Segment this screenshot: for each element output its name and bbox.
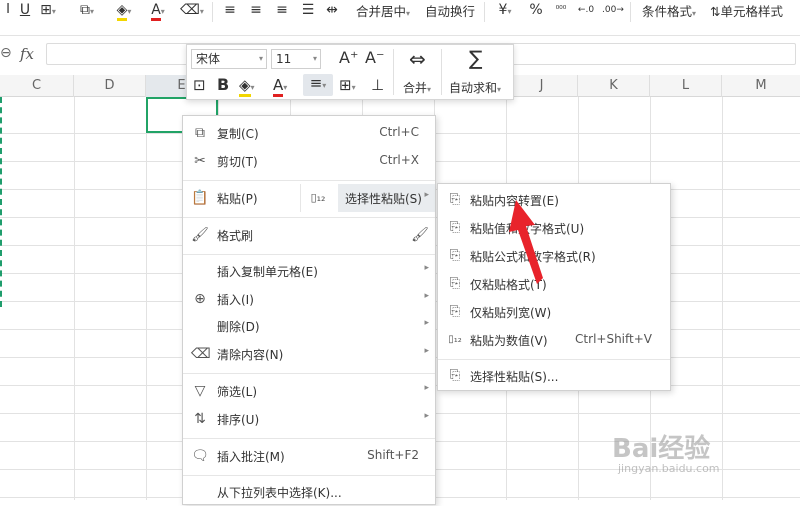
ribbon-toolbar: I U ⊞▾ ⧉▾ ◈▾ A▾ ⌫▾ ≡ ≡ ≡ ☰ ⇹ 合并居中▾ 自动换行 …	[0, 0, 800, 36]
menu-item-copy[interactable]: ⧉ 复制(C) Ctrl+C	[183, 119, 435, 147]
sort-icon: ⇅	[194, 411, 206, 427]
paste-special-submenu: ⎘ 粘贴内容转置(E) ⎘ 粘贴值和数字格式(U) ⎘ 粘贴公式和数字格式(R)…	[437, 183, 671, 391]
border-icon[interactable]: ⊞▾	[36, 0, 60, 20]
font-size-select[interactable]: 11 ▾	[271, 49, 321, 69]
submenu-item-paste-as-values[interactable]: ▯₁₂ 粘贴为数值(V) Ctrl+Shift+V	[438, 326, 670, 354]
menu-item-cut[interactable]: ✂ 剪切(T) Ctrl+X	[183, 147, 435, 175]
font-name-select[interactable]: 宋体 ▾	[191, 49, 267, 69]
watermark-url: jingyan.baidu.com	[618, 462, 720, 475]
submenu-arrow-icon: ▸	[424, 411, 429, 421]
merge-center-button[interactable]: 合并居中▾	[356, 1, 410, 20]
copy-icon: ⧉	[195, 125, 205, 141]
underline-icon[interactable]: U	[18, 0, 32, 20]
submenu-arrow-icon: ▸	[424, 291, 429, 301]
decrease-font-icon[interactable]: A⁻	[365, 48, 384, 67]
increase-font-icon[interactable]: A⁺	[339, 48, 358, 67]
submenu-arrow-icon: ▸	[424, 346, 429, 356]
menu-item-filter[interactable]: ▽ 筛选(L) ▸	[183, 377, 435, 405]
fill-color-icon[interactable]: ◈▾	[239, 76, 255, 97]
format-brush-icon[interactable]: ⊡	[193, 76, 206, 94]
font-color-icon[interactable]: A▾	[273, 76, 287, 97]
fill-color-icon[interactable]: ◈▾	[110, 0, 138, 21]
align-icon[interactable]: ≡▾	[303, 74, 333, 96]
submenu-item-values-number-format[interactable]: ⎘ 粘贴值和数字格式(U)	[438, 214, 670, 242]
menu-item-pick-from-list[interactable]: 从下拉列表中选择(K)...	[183, 478, 435, 506]
comment-icon: 🗨	[191, 448, 209, 464]
submenu-item-column-width[interactable]: ⎘ 仅粘贴列宽(W)	[438, 298, 670, 326]
paste-values-format-icon: ⎘	[449, 220, 461, 235]
cell-style-button[interactable]: ⇅单元格样式	[710, 1, 783, 20]
context-menu: ⧉ 复制(C) Ctrl+C ✂ 剪切(T) Ctrl+X 📋 粘贴(P) ▯₁…	[182, 115, 436, 505]
menu-item-insert[interactable]: ⊕ 插入(I) ▸	[183, 285, 435, 313]
submenu-item-transpose[interactable]: ⎘ 粘贴内容转置(E)	[438, 186, 670, 214]
zoom-icon[interactable]: ⊖	[0, 45, 12, 61]
percent-button[interactable]: %	[528, 0, 544, 20]
submenu-item-formulas-number-format[interactable]: ⎘ 粘贴公式和数字格式(R)	[438, 242, 670, 270]
menu-item-clear[interactable]: ⌫ 清除内容(N) ▸	[183, 340, 435, 368]
menu-item-paste[interactable]: 📋 粘贴(P) ▯₁₂ 选择性粘贴(S) ▸	[183, 184, 435, 212]
menu-item-insert-comment[interactable]: 🗨 插入批注(M) Shift+F2	[183, 442, 435, 470]
paste-column-width-icon: ⎘	[449, 304, 461, 319]
paste-format-icon: ⎘	[449, 276, 461, 291]
submenu-arrow-icon: ▸	[424, 383, 429, 393]
decrease-decimal-icon[interactable]: .00→	[602, 0, 624, 20]
submenu-item-formats-only[interactable]: ⎘ 仅粘贴格式(T)	[438, 270, 670, 298]
conditional-format-button[interactable]: 条件格式▾	[642, 1, 696, 20]
bold-button[interactable]: B	[217, 75, 229, 94]
submenu-arrow-icon: ▸	[424, 263, 429, 273]
paste-transpose-icon: ⎘	[449, 192, 461, 207]
paste-icon: 📋	[191, 190, 209, 206]
wrap-text-button[interactable]: 自动换行	[425, 1, 475, 20]
currency-button[interactable]: ¥▾	[494, 0, 516, 20]
insert-icon: ⊕	[194, 291, 206, 307]
align-left-icon[interactable]: ≡	[222, 0, 238, 20]
font-color-icon[interactable]: A▾	[144, 0, 172, 21]
mini-toolbar: 宋体 ▾ 11 ▾ A⁺ A⁻ ⊡ B ◈▾ A▾ ≡▾ ⊞▾ ⊥ ⇔ 合并▾ ∑ …	[186, 44, 514, 100]
paste-values-icon[interactable]: ▯₁₂	[309, 189, 327, 207]
border-icon[interactable]: ⊞▾	[339, 76, 356, 94]
copy-marquee	[0, 97, 2, 307]
italic-icon[interactable]: I	[2, 0, 14, 20]
column-header-d[interactable]: D	[74, 75, 146, 97]
merge-icon[interactable]: ⇔	[409, 47, 426, 71]
paste-special-icon: ⎘	[449, 368, 461, 383]
watermark-logo: Bai经验	[612, 434, 711, 464]
submenu-arrow-icon: ▸	[424, 318, 429, 328]
menu-item-format-painter[interactable]: 🖌 格式刷 🖌	[183, 221, 435, 249]
sum-icon[interactable]: ∑	[469, 46, 482, 70]
submenu-arrow-icon: ▸	[424, 190, 429, 200]
merge-button[interactable]: 合并▾	[403, 79, 431, 96]
column-header-l[interactable]: L	[650, 75, 722, 97]
increase-decimal-icon[interactable]: ←.0	[576, 0, 596, 20]
filter-icon: ▽	[194, 383, 206, 399]
column-header-m[interactable]: M	[722, 75, 800, 97]
menu-item-delete[interactable]: 删除(D) ▸	[183, 312, 435, 340]
clear-format-icon[interactable]: ⊥	[371, 76, 384, 94]
paste-values-icon: ▯₁₂	[448, 334, 462, 345]
scissors-icon: ✂	[194, 153, 206, 169]
cell-style-icon: ⇅	[710, 4, 721, 19]
cell-format-icon[interactable]: ⧉▾	[74, 0, 100, 20]
clear-icon: ⌫	[191, 346, 211, 362]
paste-special-label[interactable]: 选择性粘贴(S)	[345, 190, 422, 207]
align-center-icon[interactable]: ≡	[248, 0, 264, 20]
column-header-k[interactable]: K	[578, 75, 650, 97]
justify-icon[interactable]: ☰	[300, 0, 316, 20]
eraser-icon[interactable]: ⌫▾	[178, 0, 206, 20]
fx-icon[interactable]: fx	[20, 45, 34, 63]
menu-item-sort[interactable]: ⇅ 排序(U) ▸	[183, 405, 435, 433]
autosum-button[interactable]: 自动求和▾	[449, 79, 501, 96]
align-right-icon[interactable]: ≡	[274, 0, 290, 20]
column-header-c[interactable]: C	[0, 75, 74, 97]
submenu-item-paste-special[interactable]: ⎘ 选择性粘贴(S)...	[438, 362, 670, 390]
distribute-icon[interactable]: ⇹	[324, 0, 340, 20]
paste-formula-icon: ⎘	[449, 248, 461, 263]
menu-item-insert-copied[interactable]: 插入复制单元格(E) ▸	[183, 257, 435, 285]
format-painter-lock-icon[interactable]: 🖌	[411, 226, 429, 244]
format-painter-icon: 🖌	[191, 227, 209, 243]
thousands-separator-icon[interactable]: ⁰⁰⁰	[552, 0, 570, 20]
column-header-j[interactable]: J	[506, 75, 578, 97]
